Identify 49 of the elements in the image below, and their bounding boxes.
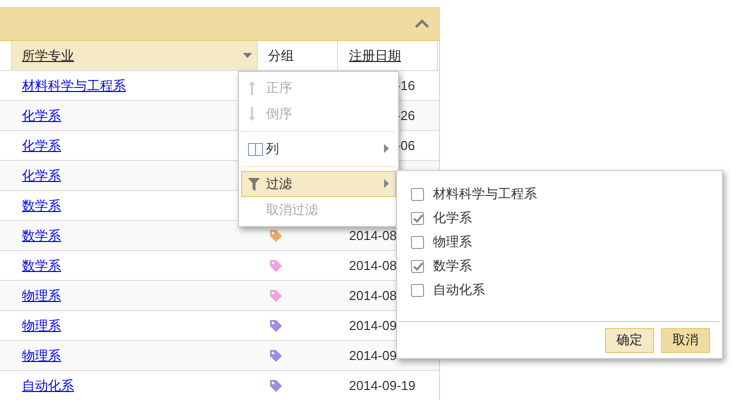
tag-icon: [268, 228, 284, 244]
tag-icon: [268, 318, 284, 334]
date-text: -16: [396, 78, 415, 93]
collapse-chevron-icon[interactable]: [415, 19, 429, 28]
menu-item[interactable]: 列: [241, 136, 396, 162]
tag-icon: [268, 288, 284, 304]
date-text: 2014-09: [349, 318, 397, 333]
date-text: 2014-09: [349, 348, 397, 363]
checkbox[interactable]: [411, 236, 424, 248]
filter-option[interactable]: 数学系: [411, 258, 722, 274]
major-link[interactable]: 化学系: [22, 106, 61, 124]
menu-item[interactable]: 过滤: [241, 171, 396, 197]
major-link[interactable]: 数学系: [22, 256, 61, 274]
major-link[interactable]: 化学系: [22, 166, 61, 184]
major-link[interactable]: 物理系: [22, 346, 61, 364]
filter-option[interactable]: 材料科学与工程系: [411, 186, 722, 202]
down-arrow-icon: [248, 106, 256, 122]
major-link[interactable]: 化学系: [22, 136, 61, 154]
filter-option[interactable]: 化学系: [411, 210, 722, 226]
date-text: 2014-08: [349, 228, 397, 243]
checkbox[interactable]: [411, 284, 424, 296]
submenu-arrow-icon: [384, 144, 389, 153]
checkbox[interactable]: [411, 260, 424, 272]
checkbox[interactable]: [411, 188, 424, 200]
major-link[interactable]: 自动化系: [22, 376, 74, 394]
major-link[interactable]: 物理系: [22, 286, 61, 304]
tag-icon: [268, 258, 284, 274]
major-link[interactable]: 物理系: [22, 316, 61, 334]
date-text: 2014-09-19: [349, 378, 416, 393]
date-text: -06: [396, 138, 415, 153]
tag-icon: [268, 348, 284, 364]
tag-icon: [268, 378, 284, 394]
submenu-arrow-icon: [384, 179, 389, 188]
date-text: -26: [396, 108, 415, 123]
major-link[interactable]: 数学系: [22, 226, 61, 244]
filter-option[interactable]: 物理系: [411, 234, 722, 250]
checkbox[interactable]: [411, 212, 424, 224]
columns-icon: [248, 142, 263, 156]
column-header[interactable]: 所学专业: [12, 41, 238, 70]
filter-option[interactable]: 自动化系: [411, 282, 722, 298]
cancel-button[interactable]: 取消: [661, 328, 710, 352]
up-arrow-icon: [248, 80, 256, 96]
major-link[interactable]: 材料科学与工程系: [22, 76, 126, 94]
dropdown-caret-icon[interactable]: [243, 53, 252, 58]
date-text: 2014-08: [349, 258, 397, 273]
date-text: 2014-08: [349, 288, 397, 303]
confirm-button[interactable]: 确定: [605, 328, 654, 352]
major-link[interactable]: 数学系: [22, 196, 61, 214]
filter-icon: [248, 178, 260, 190]
